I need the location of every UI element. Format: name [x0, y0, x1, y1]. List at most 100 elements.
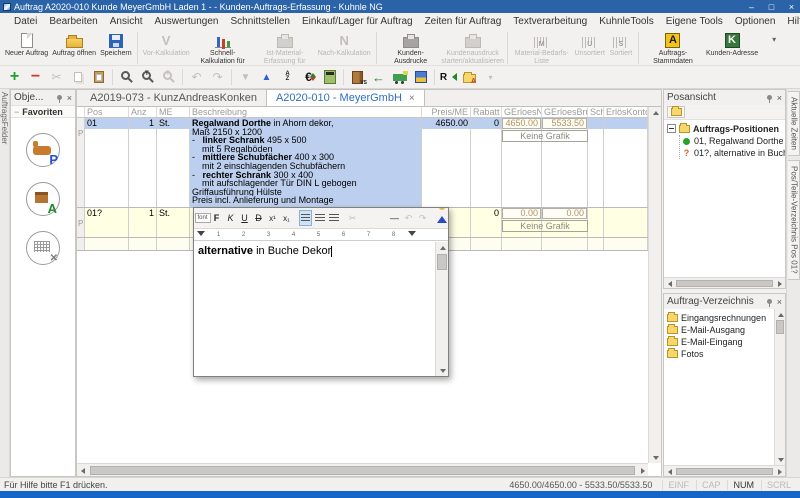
- menu-item[interactable]: Hilfe: [781, 15, 800, 28]
- redo-button[interactable]: ↷: [416, 210, 429, 226]
- scroll-right-icon[interactable]: [774, 466, 785, 477]
- cell-pos[interactable]: 01?: [85, 208, 128, 219]
- new-folder-button[interactable]: [667, 106, 685, 118]
- scroll-right-icon[interactable]: [637, 465, 648, 476]
- save-button[interactable]: Speichern: [98, 31, 134, 59]
- favorite-schnitt-button[interactable]: ✕: [26, 231, 60, 265]
- zoom-text-disabled-button[interactable]: T: [158, 67, 179, 87]
- undo-button[interactable]: ↶: [402, 210, 415, 226]
- auftragsfelder-vertical-tab[interactable]: AuftragsFelder: [0, 92, 9, 144]
- cell-erloes-brutto[interactable]: 5533.50: [542, 118, 587, 129]
- material-bedarfs-liste-button[interactable]: M Material-Bedarfs-Liste: [511, 31, 573, 66]
- cell-erloes-brutto[interactable]: 0.00: [542, 208, 587, 219]
- zoom-text-button[interactable]: T: [137, 67, 158, 87]
- folder-item[interactable]: E-Mail-Eingang: [667, 336, 774, 348]
- copy-button[interactable]: [360, 210, 373, 226]
- tab-aktuelle-zeiten[interactable]: Aktuelle Zeiten: [788, 91, 800, 156]
- menu-item[interactable]: Schnittstellen: [224, 15, 295, 28]
- paste-button[interactable]: [374, 210, 387, 226]
- separator[interactable]: [231, 69, 232, 85]
- new-order-button[interactable]: Neuer Auftrag: [3, 31, 50, 59]
- textbaustein-button[interactable]: [435, 210, 448, 226]
- italic-button[interactable]: K: [224, 210, 237, 226]
- scroll-left-icon[interactable]: [664, 466, 675, 477]
- menu-item[interactable]: Eigene Tools: [660, 15, 729, 28]
- cut-button[interactable]: ✂: [46, 67, 67, 87]
- favorite-artikel-button[interactable]: A: [26, 182, 60, 216]
- add-position-button[interactable]: +: [4, 67, 25, 87]
- lieferung-button[interactable]: [389, 67, 410, 87]
- toolbar-overflow-button[interactable]: ▾: [760, 31, 788, 51]
- schnell-kalkulation-button[interactable]: Schnell-Kalkulation für Position: [192, 31, 254, 66]
- cut-button[interactable]: ✂: [346, 210, 359, 226]
- nach-kalkulation-button[interactable]: N Nach-Kalkulation: [316, 31, 373, 59]
- cell-erloeskonto[interactable]: [604, 208, 647, 219]
- pin-icon[interactable]: [767, 299, 772, 304]
- column-header[interactable]: Rabatt: [471, 107, 502, 117]
- posansicht-horizontal-scrollbar[interactable]: [664, 277, 785, 288]
- scroll-left-icon[interactable]: [664, 278, 675, 289]
- kunden-ausdrucke-button[interactable]: Kunden-Ausdrucke: [380, 31, 442, 66]
- cell-me[interactable]: St.: [157, 118, 189, 129]
- unsortiert-button[interactable]: U Unsortiert: [573, 31, 607, 59]
- font-select[interactable]: font: [196, 210, 209, 226]
- underline-button[interactable]: U: [238, 210, 251, 226]
- collapse-icon[interactable]: −: [14, 107, 19, 117]
- editor-vertical-scrollbar[interactable]: [435, 242, 448, 376]
- scroll-up-icon[interactable]: [775, 309, 785, 320]
- scroll-up-icon[interactable]: [437, 242, 448, 253]
- scrollbar-thumb[interactable]: [776, 320, 784, 334]
- scrollbar-thumb[interactable]: [676, 468, 773, 475]
- column-header[interactable]: GErloesBrutto: [542, 107, 588, 117]
- separator[interactable]: [341, 210, 345, 226]
- menu-item[interactable]: Optionen: [729, 15, 782, 28]
- scroll-down-icon[interactable]: [775, 454, 785, 465]
- editor-ruler[interactable]: 12345678: [194, 229, 448, 241]
- horizontal-line-button[interactable]: —: [388, 210, 401, 226]
- verzeichnis-horizontal-scrollbar[interactable]: [664, 465, 785, 476]
- column-header[interactable]: Schl: [588, 107, 604, 117]
- tab-a2020-010[interactable]: A2020-010 - MeyerGmbH ×: [266, 89, 425, 106]
- kunden-adresse-button[interactable]: K Kunden-Adresse: [704, 31, 760, 59]
- column-header[interactable]: Anz: [129, 107, 157, 117]
- favorite-produkt-button[interactable]: P: [26, 133, 60, 167]
- column-header[interactable]: Beschreibung: [190, 107, 422, 117]
- scroll-left-icon[interactable]: [77, 465, 88, 476]
- cad-import-button[interactable]: ←: [368, 67, 389, 87]
- column-header[interactable]: ME: [157, 107, 190, 117]
- menu-item[interactable]: Bearbeiten: [43, 15, 103, 28]
- column-header[interactable]: Preis/ME: [422, 107, 471, 117]
- rueckmeldung-button[interactable]: R: [438, 67, 459, 87]
- table-vertical-scrollbar[interactable]: [648, 107, 661, 463]
- ist-material-erfassung-button[interactable]: Ist-Material-Erfassung für Nach-Kalkulat…: [254, 31, 316, 66]
- zoom-button[interactable]: [116, 67, 137, 87]
- cell-schl[interactable]: [588, 208, 603, 219]
- cell-preis[interactable]: 4650.00: [422, 118, 470, 129]
- align-left-button[interactable]: [299, 210, 312, 226]
- sortiert-button[interactable]: S Sortiert: [607, 31, 635, 59]
- euro-kalkulation-button[interactable]: €: [298, 67, 319, 87]
- maximize-button[interactable]: □: [763, 0, 780, 13]
- close-button[interactable]: ×: [783, 0, 800, 13]
- pin-icon[interactable]: [57, 95, 62, 100]
- more-button[interactable]: ▾: [480, 67, 501, 87]
- folder-item[interactable]: E-Mail-Ausgang: [667, 324, 774, 336]
- tab-a2019-073[interactable]: A2019-073 - KunzAndreasKonken: [81, 90, 266, 106]
- separator[interactable]: [112, 69, 113, 85]
- menu-item[interactable]: Ansicht: [104, 15, 149, 28]
- separator[interactable]: [294, 210, 298, 226]
- verzeichnis-vertical-scrollbar[interactable]: [774, 309, 785, 465]
- close-panel-icon[interactable]: ×: [777, 297, 782, 307]
- column-header[interactable]: GErloesNetto: [502, 107, 542, 117]
- close-panel-icon[interactable]: ×: [67, 93, 72, 103]
- cell-rabatt[interactable]: 0: [471, 118, 501, 129]
- delete-position-button[interactable]: −: [25, 67, 46, 87]
- paste-button[interactable]: [88, 67, 109, 87]
- bold-button[interactable]: F: [210, 210, 223, 226]
- cell-erloeskonto[interactable]: [604, 118, 647, 129]
- close-panel-icon[interactable]: ×: [777, 93, 782, 103]
- close-tab-icon[interactable]: ×: [409, 93, 415, 104]
- collapse-icon[interactable]: [667, 124, 676, 133]
- copy-button[interactable]: [67, 67, 88, 87]
- menu-item[interactable]: Datei: [8, 15, 43, 28]
